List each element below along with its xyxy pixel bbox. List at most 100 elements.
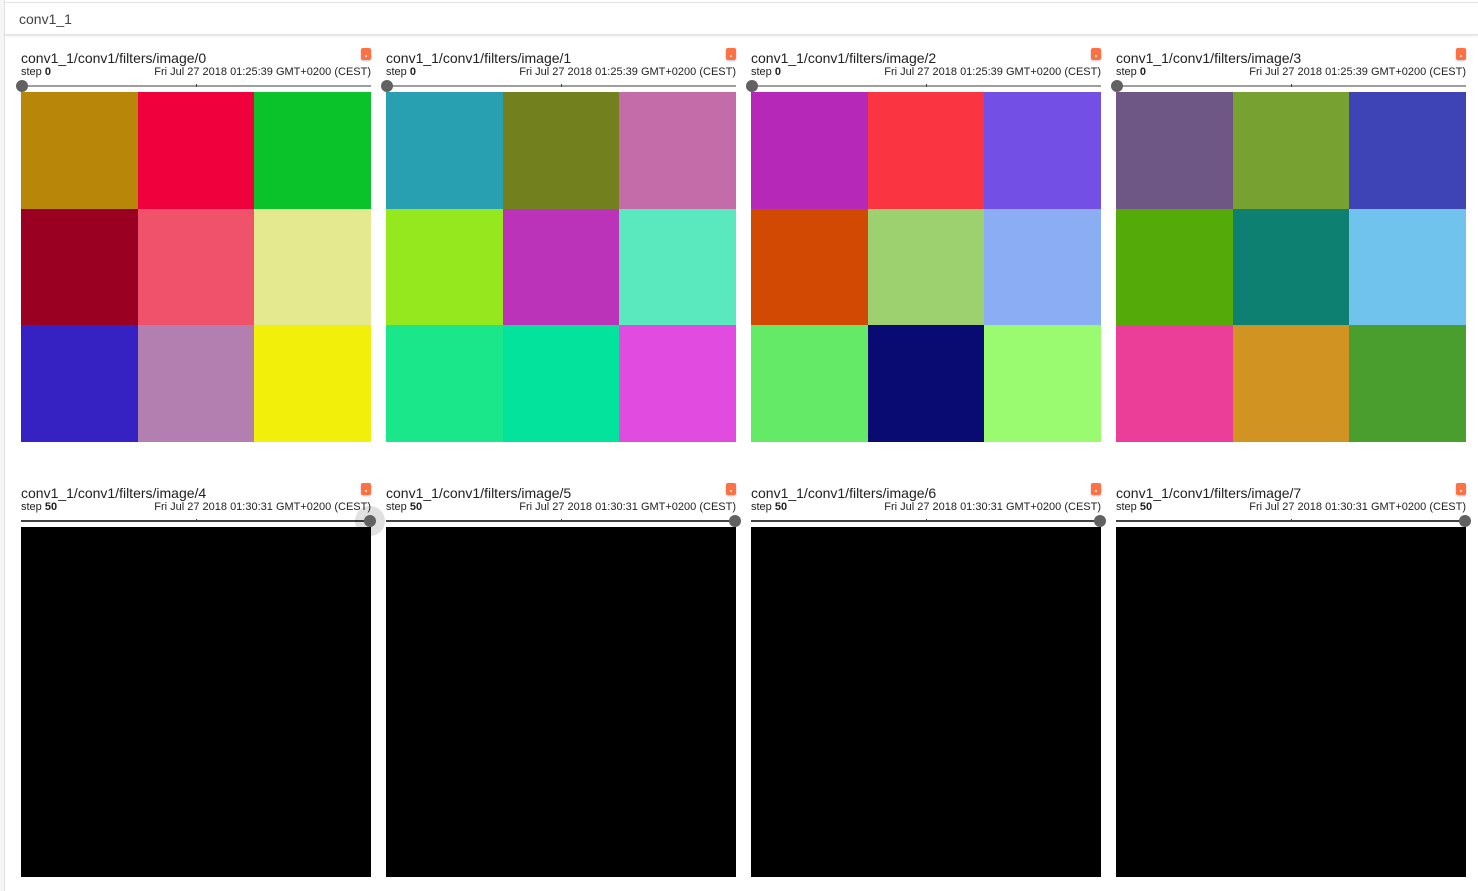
step-row: step 0 Fri Jul 27 2018 01:25:39 GMT+0200… xyxy=(21,66,371,80)
expand-icon[interactable] xyxy=(1091,48,1101,60)
image-display xyxy=(386,527,736,877)
image-pixel xyxy=(1116,325,1233,442)
card-tag: conv1_1/conv1/filters/image/4 xyxy=(21,485,207,501)
image-pixel xyxy=(386,208,503,326)
step-value: 50 xyxy=(409,501,423,513)
wall-time: Fri Jul 27 2018 01:30:31 GMT+0200 (CEST) xyxy=(884,501,1101,513)
card-tag: conv1_1/conv1/filters/image/7 xyxy=(1116,485,1302,501)
wall-time: Fri Jul 27 2018 01:30:31 GMT+0200 (CEST) xyxy=(154,501,371,513)
card-tag: conv1_1/conv1/filters/image/3 xyxy=(1116,50,1302,66)
step-slider[interactable] xyxy=(1111,80,1466,92)
step-label: step 0 xyxy=(751,66,781,78)
slider-knob[interactable] xyxy=(1459,515,1471,527)
image-display xyxy=(21,527,371,877)
image-display xyxy=(21,92,371,442)
image-pixel xyxy=(751,325,868,442)
image-pixel xyxy=(619,92,736,209)
image-pixel xyxy=(502,325,620,442)
step-label: step 0 xyxy=(21,66,51,78)
step-row: step 50 Fri Jul 27 2018 01:30:31 GMT+020… xyxy=(751,501,1101,515)
image-pixel xyxy=(619,208,736,326)
expand-icon[interactable] xyxy=(1091,483,1101,495)
expand-icon[interactable] xyxy=(726,48,736,60)
step-row: step 50 Fri Jul 27 2018 01:30:31 GMT+020… xyxy=(386,501,736,515)
image-pixel xyxy=(1349,325,1466,442)
step-slider[interactable] xyxy=(746,80,1101,92)
card-tag: conv1_1/conv1/filters/image/0 xyxy=(21,50,207,66)
slider-knob[interactable] xyxy=(16,80,28,92)
image-pixel xyxy=(254,325,371,442)
image-pixel xyxy=(21,92,138,209)
expand-icon[interactable] xyxy=(726,483,736,495)
category-header[interactable]: conv1_1 xyxy=(5,2,1478,35)
image-display xyxy=(1116,527,1466,877)
expand-icon[interactable] xyxy=(1456,48,1466,60)
slider-knob[interactable] xyxy=(1111,80,1123,92)
step-slider[interactable] xyxy=(21,506,385,536)
image-display xyxy=(751,527,1101,877)
step-slider[interactable] xyxy=(751,515,1106,527)
step-row: step 0 Fri Jul 27 2018 01:25:39 GMT+0200… xyxy=(386,66,736,80)
image-pixel xyxy=(1232,325,1350,442)
wall-time: Fri Jul 27 2018 01:25:39 GMT+0200 (CEST) xyxy=(1249,66,1466,78)
step-row: step 50 Fri Jul 27 2018 01:30:31 GMT+020… xyxy=(21,501,371,515)
image-pixel xyxy=(751,92,868,209)
step-row: step 0 Fri Jul 27 2018 01:25:39 GMT+0200… xyxy=(751,66,1101,80)
step-slider[interactable] xyxy=(1116,515,1471,527)
wall-time: Fri Jul 27 2018 01:30:31 GMT+0200 (CEST) xyxy=(1249,501,1466,513)
image-pixel xyxy=(21,208,138,326)
step-slider[interactable] xyxy=(386,515,741,527)
slider-knob[interactable] xyxy=(364,515,376,527)
step-value: 0 xyxy=(1139,66,1146,78)
card-tag: conv1_1/conv1/filters/image/2 xyxy=(751,50,937,66)
image-display xyxy=(1116,92,1466,442)
category-title: conv1_1 xyxy=(19,11,72,27)
image-pixel xyxy=(1116,208,1233,326)
image-pixel xyxy=(1116,92,1233,209)
expand-icon[interactable] xyxy=(1456,483,1466,495)
image-pixel xyxy=(1232,92,1350,209)
card-tag: conv1_1/conv1/filters/image/6 xyxy=(751,485,937,501)
step-slider[interactable] xyxy=(16,80,371,92)
image-pixel xyxy=(984,208,1101,326)
card-tag: conv1_1/conv1/filters/image/1 xyxy=(386,50,572,66)
image-pixel xyxy=(254,208,371,326)
expand-icon[interactable] xyxy=(361,48,371,60)
image-pixel xyxy=(137,208,255,326)
step-value: 50 xyxy=(44,501,58,513)
wall-time: Fri Jul 27 2018 01:25:39 GMT+0200 (CEST) xyxy=(154,66,371,78)
slider-knob[interactable] xyxy=(729,515,741,527)
image-pixel xyxy=(386,92,503,209)
image-pixel xyxy=(867,208,985,326)
slider-knob[interactable] xyxy=(1094,515,1106,527)
expand-icon[interactable] xyxy=(361,483,371,495)
image-display xyxy=(386,92,736,442)
image-pixel xyxy=(21,325,138,442)
tensorboard-images-pane: conv1_1 conv1_1/conv1/filters/image/0 st… xyxy=(4,0,1478,891)
image-pixel xyxy=(137,92,255,209)
wall-time: Fri Jul 27 2018 01:25:39 GMT+0200 (CEST) xyxy=(519,66,736,78)
step-value: 50 xyxy=(1139,501,1153,513)
step-label: step 50 xyxy=(1116,501,1153,513)
step-value: 0 xyxy=(44,66,51,78)
step-value: 50 xyxy=(774,501,788,513)
image-pixel xyxy=(619,325,736,442)
step-value: 0 xyxy=(409,66,416,78)
slider-knob[interactable] xyxy=(381,80,393,92)
image-pixel xyxy=(984,92,1101,209)
step-label: step 0 xyxy=(386,66,416,78)
step-row: step 0 Fri Jul 27 2018 01:25:39 GMT+0200… xyxy=(1116,66,1466,80)
image-pixel xyxy=(867,325,985,442)
slider-knob[interactable] xyxy=(746,80,758,92)
image-pixel xyxy=(386,325,503,442)
image-pixel xyxy=(984,325,1101,442)
image-display xyxy=(751,92,1101,442)
image-pixel xyxy=(1232,208,1350,326)
card-tag: conv1_1/conv1/filters/image/5 xyxy=(386,485,572,501)
step-label: step 0 xyxy=(1116,66,1146,78)
image-pixel xyxy=(254,92,371,209)
step-slider[interactable] xyxy=(381,80,736,92)
wall-time: Fri Jul 27 2018 01:30:31 GMT+0200 (CEST) xyxy=(519,501,736,513)
image-pixel xyxy=(137,325,255,442)
wall-time: Fri Jul 27 2018 01:25:39 GMT+0200 (CEST) xyxy=(884,66,1101,78)
